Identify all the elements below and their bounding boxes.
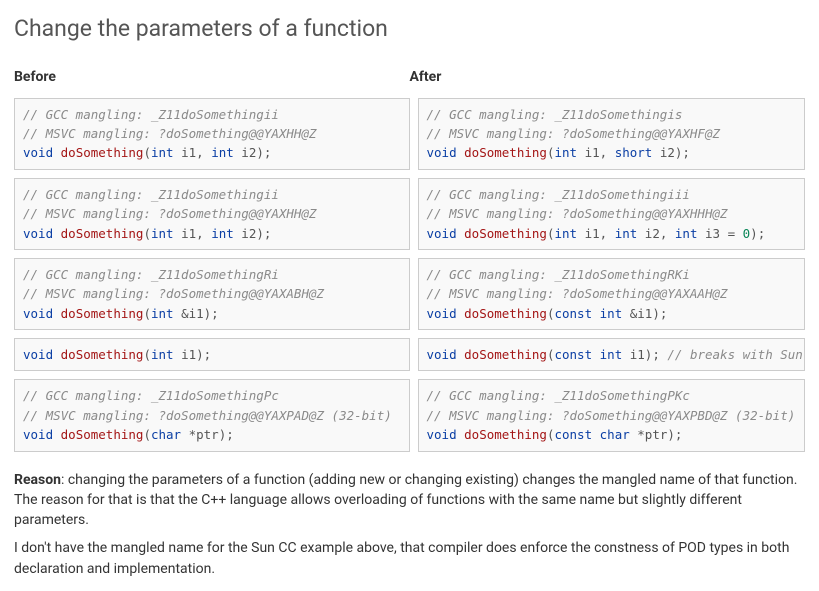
reason-paragraph: Reason: changing the parameters of a fun… <box>14 470 805 531</box>
code-block: void doSomething(const int i1); // break… <box>418 338 806 371</box>
code-block: // GCC mangling: _Z11doSomethingRKi // M… <box>418 258 806 330</box>
code-block: void doSomething(int i1); <box>14 338 410 371</box>
code-block: // GCC mangling: _Z11doSomethingPKc // M… <box>418 379 806 451</box>
table-row: void doSomething(int i1);void doSomethin… <box>14 338 805 371</box>
reason-text: : changing the parameters of a function … <box>14 472 797 529</box>
cell-after: void doSomething(const int i1); // break… <box>410 338 806 371</box>
table-row: // GCC mangling: _Z11doSomethingPc // MS… <box>14 379 805 451</box>
table-row: // GCC mangling: _Z11doSomethingii // MS… <box>14 178 805 250</box>
col-header-after: After <box>410 67 806 89</box>
code-block: // GCC mangling: _Z11doSomethingii // MS… <box>14 178 410 250</box>
comparison-table: Before After // GCC mangling: _Z11doSome… <box>14 59 805 459</box>
note-paragraph: I don't have the mangled name for the Su… <box>14 538 805 579</box>
reason-label: Reason <box>14 472 61 488</box>
cell-after: // GCC mangling: _Z11doSomethingis // MS… <box>410 98 806 170</box>
col-header-before: Before <box>14 67 410 89</box>
cell-after: // GCC mangling: _Z11doSomethingRKi // M… <box>410 258 806 330</box>
code-block: // GCC mangling: _Z11doSomethingis // MS… <box>418 98 806 170</box>
cell-before: // GCC mangling: _Z11doSomethingii // MS… <box>14 98 410 170</box>
cell-before: // GCC mangling: _Z11doSomethingPc // MS… <box>14 379 410 451</box>
code-block: // GCC mangling: _Z11doSomethingRi // MS… <box>14 258 410 330</box>
cell-after: // GCC mangling: _Z11doSomethingPKc // M… <box>410 379 806 451</box>
table-row: // GCC mangling: _Z11doSomethingRi // MS… <box>14 258 805 330</box>
code-block: // GCC mangling: _Z11doSomethingPc // MS… <box>14 379 410 451</box>
section-title: Change the parameters of a function <box>14 12 805 45</box>
cell-before: // GCC mangling: _Z11doSomethingRi // MS… <box>14 258 410 330</box>
code-block: // GCC mangling: _Z11doSomethingiii // M… <box>418 178 806 250</box>
cell-before: void doSomething(int i1); <box>14 338 410 371</box>
cell-before: // GCC mangling: _Z11doSomethingii // MS… <box>14 178 410 250</box>
table-row: // GCC mangling: _Z11doSomethingii // MS… <box>14 98 805 170</box>
code-block: // GCC mangling: _Z11doSomethingii // MS… <box>14 98 410 170</box>
cell-after: // GCC mangling: _Z11doSomethingiii // M… <box>410 178 806 250</box>
